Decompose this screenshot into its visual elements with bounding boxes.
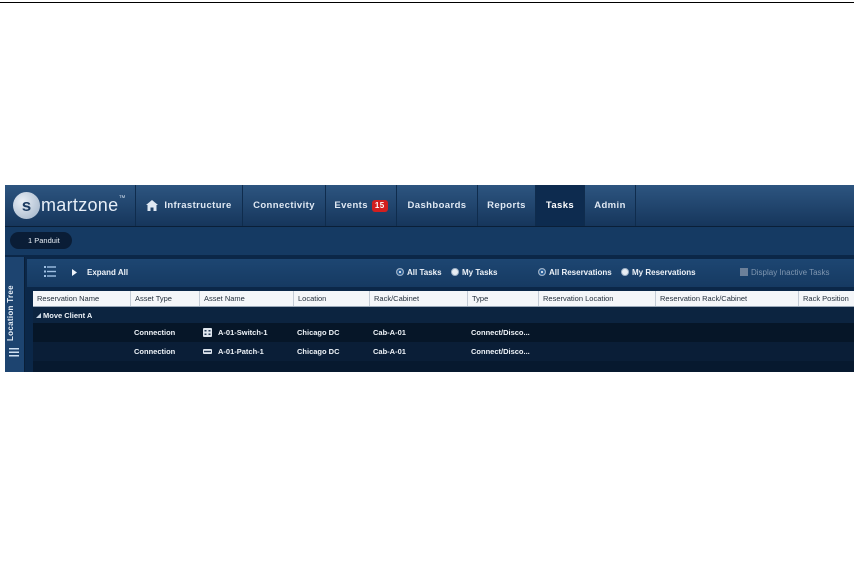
column-header[interactable]: Asset Name xyxy=(199,291,293,306)
tab-reports[interactable]: Reports xyxy=(477,185,535,226)
my-reservations-label: My Reservations xyxy=(632,268,696,277)
logo-trademark: ™ xyxy=(118,195,126,202)
events-count-badge: 15 xyxy=(371,199,388,212)
column-header[interactable]: Rack Position xyxy=(798,291,854,306)
asset-name: A-01-Patch-1 xyxy=(218,347,264,356)
tab-tasks-label: Tasks xyxy=(545,200,575,211)
column-header[interactable]: Location xyxy=(293,291,369,306)
tab-admin-label: Admin xyxy=(594,200,626,211)
panel-menu-icon xyxy=(9,348,19,357)
asset-name-cell: A-01-Patch-1 xyxy=(199,342,264,361)
my-tasks-radio[interactable] xyxy=(451,268,459,276)
asset-name-cell: A-01-Switch-1 xyxy=(199,323,268,342)
asset-name: A-01-Switch-1 xyxy=(218,328,268,337)
tasks-table-header: Reservation Name Asset Type Asset Name L… xyxy=(33,291,854,307)
asset-type-cell: Connection xyxy=(134,347,176,356)
group-name: Move Client A xyxy=(43,310,93,320)
page-top-rule xyxy=(0,2,854,3)
home-icon xyxy=(146,200,159,211)
all-tasks-label: All Tasks xyxy=(407,268,442,277)
tab-connectivity[interactable]: Connectivity xyxy=(242,185,325,226)
column-header[interactable]: Asset Type xyxy=(130,291,199,306)
tab-connectivity-label: Connectivity xyxy=(253,200,315,211)
rack-cell: Cab-A-01 xyxy=(373,328,406,337)
column-header[interactable]: Rack/Cabinet xyxy=(369,291,467,306)
location-cell: Chicago DC xyxy=(297,347,340,356)
column-header[interactable]: Reservation Location xyxy=(538,291,655,306)
switch-icon xyxy=(203,328,212,337)
tasks-table-body: Move Client A Connection A-01-Switch-1 C… xyxy=(33,307,854,372)
list-view-icon[interactable] xyxy=(44,266,56,277)
patch-panel-icon xyxy=(203,349,212,354)
display-inactive-checkbox[interactable] xyxy=(740,268,748,276)
tab-infrastructure-label: Infrastructure xyxy=(164,200,232,211)
column-header[interactable]: Type xyxy=(467,291,538,306)
column-header[interactable]: Reservation Name xyxy=(33,291,130,306)
smartzone-app-window: s martzone ™ Infrastructure Connectivity… xyxy=(5,185,854,372)
collapse-arrow-icon[interactable] xyxy=(36,312,41,318)
type-cell: Connect/Disco... xyxy=(471,347,530,356)
tab-dashboards-label: Dashboards xyxy=(407,200,467,211)
breadcrumb-bar: 1 Panduit xyxy=(5,227,854,255)
tab-events-label: Events xyxy=(334,200,368,211)
tab-events[interactable]: Events 15 xyxy=(325,185,396,226)
display-inactive-label: Display Inactive Tasks xyxy=(751,268,830,277)
tab-tasks[interactable]: Tasks xyxy=(535,185,584,226)
tab-infrastructure[interactable]: Infrastructure xyxy=(135,185,242,226)
expand-arrow-icon[interactable] xyxy=(72,269,77,276)
logo-mark: s xyxy=(13,192,40,219)
smartzone-logo: s martzone ™ xyxy=(13,192,125,219)
tab-dashboards[interactable]: Dashboards xyxy=(396,185,477,226)
top-nav-bar: s martzone ™ Infrastructure Connectivity… xyxy=(5,185,854,227)
my-tasks-label: My Tasks xyxy=(462,268,498,277)
table-row[interactable]: Connection A-01-Switch-1 Chicago DC Cab-… xyxy=(33,323,854,342)
tab-reports-label: Reports xyxy=(487,200,526,211)
all-tasks-radio[interactable] xyxy=(396,268,404,276)
breadcrumb-item[interactable]: 1 Panduit xyxy=(10,232,72,249)
table-row[interactable]: Connection A-01-Patch-1 Chicago DC Cab-A… xyxy=(33,342,854,361)
type-cell: Connect/Disco... xyxy=(471,328,530,337)
location-cell: Chicago DC xyxy=(297,328,340,337)
logo-text: martzone xyxy=(41,195,119,215)
asset-type-cell: Connection xyxy=(134,328,176,337)
my-reservations-radio[interactable] xyxy=(621,268,629,276)
tasks-toolbar: Expand All All Tasks My Tasks All Reserv… xyxy=(27,259,854,287)
location-tree-label: Location Tree xyxy=(6,285,15,341)
table-group-row[interactable]: Move Client A xyxy=(33,307,854,323)
column-header[interactable]: Reservation Rack/Cabinet xyxy=(655,291,798,306)
all-reservations-label: All Reservations xyxy=(549,268,612,277)
location-tree-panel-tab[interactable]: Location Tree xyxy=(5,257,25,372)
expand-all-button[interactable]: Expand All xyxy=(87,268,128,277)
tab-admin[interactable]: Admin xyxy=(584,185,636,226)
rack-cell: Cab-A-01 xyxy=(373,347,406,356)
all-reservations-radio[interactable] xyxy=(538,268,546,276)
group-cell: Move Client A xyxy=(33,307,92,323)
